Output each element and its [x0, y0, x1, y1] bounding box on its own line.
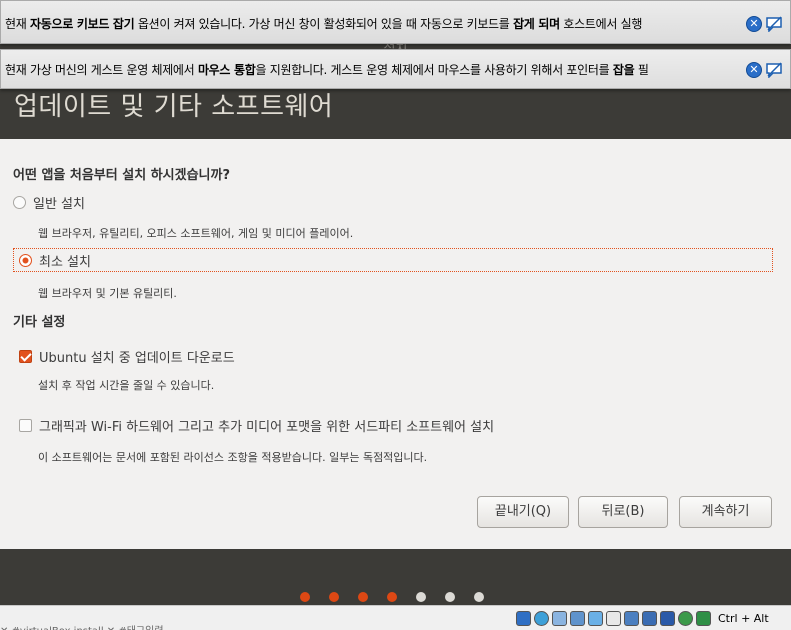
download-updates-description: 설치 후 작업 시간을 줄일 수 있습니다. — [38, 379, 215, 392]
background-tab-text: ✕ #virtualBox install ✕ #태그입력 — [0, 622, 164, 630]
usb-icon[interactable] — [588, 610, 603, 626]
notice-emphasis: 잡을 — [612, 63, 635, 77]
progress-dot-pending — [416, 592, 426, 602]
installer-content: 어떤 앱을 처음부터 설치 하시겠습니까? 일반 설치 웹 브라우저, 유틸리티… — [0, 139, 791, 549]
audio-icon[interactable] — [552, 610, 567, 626]
optical-drive-icon[interactable] — [534, 610, 549, 626]
quit-button[interactable]: 끝내기(Q) — [477, 496, 569, 528]
notice-emphasis: 마우스 통합 — [197, 63, 256, 77]
notice-text: 현재 — [5, 17, 30, 31]
other-settings-heading: 기타 설정 — [13, 315, 66, 330]
display-icon[interactable] — [624, 610, 639, 626]
third-party-software-label[interactable]: 그래픽과 Wi-Fi 하드웨어 그리고 추가 미디어 포맷을 위한 서드파티 소… — [39, 416, 494, 435]
notice-text: 옵션이 켜져 있습니다. 가상 머신 창이 활성화되어 있을 때 자동으로 키보… — [134, 17, 514, 31]
installer-footer — [0, 549, 791, 605]
progress-dot-done — [300, 592, 310, 602]
close-notice-icon[interactable]: ✕ — [746, 16, 762, 32]
notice-text: 현재 가상 머신의 게스트 운영 체제에서 — [5, 63, 198, 77]
third-party-software-checkbox[interactable]: 그래픽과 Wi-Fi 하드웨어 그리고 추가 미디어 포맷을 위한 서드파티 소… — [19, 416, 494, 435]
download-updates-checkbox[interactable]: Ubuntu 설치 중 업데이트 다운로드 — [19, 347, 235, 366]
progress-dot-done — [329, 592, 339, 602]
notification-icon[interactable] — [765, 16, 783, 33]
radio-selected-icon[interactable] — [19, 253, 32, 267]
back-button[interactable]: 뒤로(B) — [578, 496, 668, 528]
notice-message: 현재 자동으로 키보드 잡기 옵션이 켜져 있습니다. 가상 머신 창이 활성화… — [5, 15, 740, 32]
progress-dot-pending — [445, 592, 455, 602]
progress-dot-pending — [474, 592, 484, 602]
radio-button-icon[interactable] — [13, 196, 26, 209]
checkbox-checked-icon[interactable] — [19, 350, 32, 363]
notice-emphasis: 잡게 되며 — [513, 17, 560, 31]
minimal-install-label[interactable]: 최소 설치 — [39, 251, 91, 270]
progress-dot-done — [387, 592, 397, 602]
progress-dot-done — [358, 592, 368, 602]
vm-status-bar: ✕ #virtualBox install ✕ #태그입력 Ctrl + Alt — [0, 605, 791, 630]
notice-text: 호스트에서 실행 — [559, 17, 643, 31]
status-tray: Ctrl + Alt — [516, 609, 769, 627]
host-key-label: Ctrl + Alt — [718, 611, 769, 625]
install-type-question: 어떤 앱을 처음부터 설치 하시겠습니까? — [13, 168, 231, 183]
mouse-integration-notice: 현재 가상 머신의 게스트 운영 체제에서 마우스 통합을 지원합니다. 게스트… — [0, 49, 791, 89]
minimal-install-description: 웹 브라우저 및 기본 유틸리티. — [38, 287, 177, 300]
notice-message: 현재 가상 머신의 게스트 운영 체제에서 마우스 통합을 지원합니다. 게스트… — [5, 61, 740, 78]
page-title: 업데이트 및 기타 소프트웨어 — [14, 92, 334, 122]
checkbox-unchecked-icon[interactable] — [19, 419, 32, 432]
shared-folder-icon[interactable] — [606, 610, 621, 626]
notification-icon[interactable] — [765, 62, 783, 79]
recording-icon[interactable] — [642, 610, 657, 626]
normal-install-label[interactable]: 일반 설치 — [33, 193, 85, 212]
notice-emphasis: 자동으로 키보드 잡기 — [30, 17, 135, 31]
normal-install-radio[interactable]: 일반 설치 — [13, 193, 85, 212]
notice-text: 을 지원합니다. 게스트 운영 체제에서 마우스를 사용하기 위해서 포인터를 — [255, 63, 613, 77]
download-updates-label[interactable]: Ubuntu 설치 중 업데이트 다운로드 — [39, 347, 235, 366]
mouse-integration-icon[interactable] — [678, 610, 693, 626]
network-icon[interactable] — [570, 610, 585, 626]
keyboard-capture-notice: 현재 자동으로 키보드 잡기 옵션이 켜져 있습니다. 가상 머신 창이 활성화… — [0, 0, 791, 44]
third-party-software-description: 이 소프트웨어는 문서에 포함된 라이선스 조항을 적용받습니다. 일부는 독점… — [38, 451, 428, 464]
normal-install-description: 웹 브라우저, 유틸리티, 오피스 소프트웨어, 게임 및 미디어 플레이어. — [38, 227, 354, 240]
minimal-install-radio[interactable]: 최소 설치 — [13, 248, 773, 272]
close-notice-icon[interactable]: ✕ — [746, 62, 762, 78]
hard-disk-icon[interactable] — [516, 610, 531, 626]
notice-text: 필 — [634, 63, 649, 77]
cpu-icon[interactable] — [660, 610, 675, 626]
keyboard-capture-icon[interactable] — [696, 610, 711, 626]
continue-button[interactable]: 계속하기 — [679, 496, 772, 528]
